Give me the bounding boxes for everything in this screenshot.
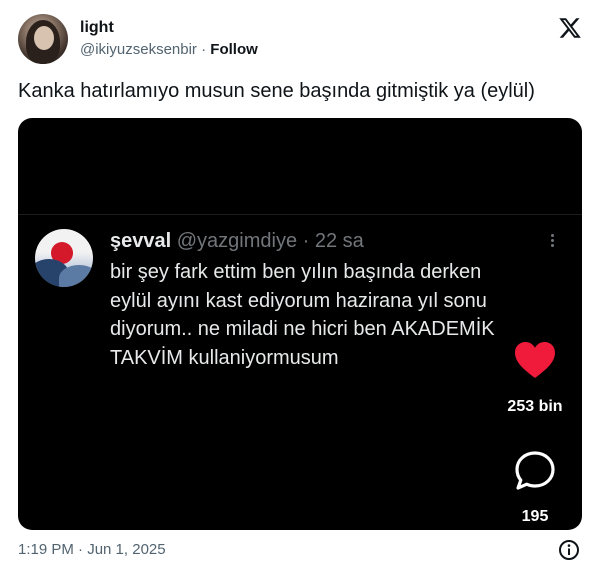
quoted-name: şevval [110, 230, 172, 252]
info-icon[interactable] [558, 539, 580, 561]
quoted-handle: @yazgimdiye [176, 230, 298, 252]
heart-icon[interactable] [513, 340, 557, 380]
quoted-header: şevval @yazgimdiye · 22 sa [110, 230, 364, 253]
user-avatar[interactable] [18, 14, 68, 64]
x-logo-icon[interactable] [558, 16, 582, 40]
tweet-timestamp[interactable]: 1:19 PM · Jun 1, 2025 [18, 541, 166, 558]
tweet-header: light @ikiyuzseksenbir · Follow [18, 12, 582, 68]
user-handle[interactable]: @ikiyuzseksenbir [80, 41, 197, 58]
user-name[interactable]: light [80, 19, 114, 37]
follow-button[interactable]: Follow [210, 41, 258, 58]
more-vertical-icon [548, 232, 556, 252]
quoted-line: TAKVİM kullaniyormusum [110, 346, 339, 369]
quoted-avatar [35, 229, 93, 287]
tweet-text: Kanka hatırlamıyo musun sene başında git… [18, 80, 535, 102]
speech-bubble-icon[interactable] [514, 450, 556, 492]
divider [18, 214, 582, 215]
avatar-face [34, 26, 54, 50]
comment-count: 195 [521, 508, 549, 525]
avatar-wave-2 [59, 265, 93, 287]
quoted-line: bir şey fark ettim ben yılın başında der… [110, 261, 482, 283]
quoted-line: eylül ayını kast ediyorum hazirana yıl s… [110, 289, 487, 312]
quoted-line: diyorum.. ne miladi ne hicri ben AKADEMİ… [110, 318, 495, 340]
handle-row: @ikiyuzseksenbir · Follow [80, 41, 258, 58]
handle-separator: · [201, 41, 207, 58]
quoted-text: bir şey fark ettim ben yılın başında der… [110, 258, 530, 372]
like-count: 253 bin [507, 398, 563, 415]
quoted-time: · 22 sa [302, 230, 364, 252]
media-screenshot[interactable]: şevval @yazgimdiye · 22 sa bir şey fark … [18, 118, 582, 530]
